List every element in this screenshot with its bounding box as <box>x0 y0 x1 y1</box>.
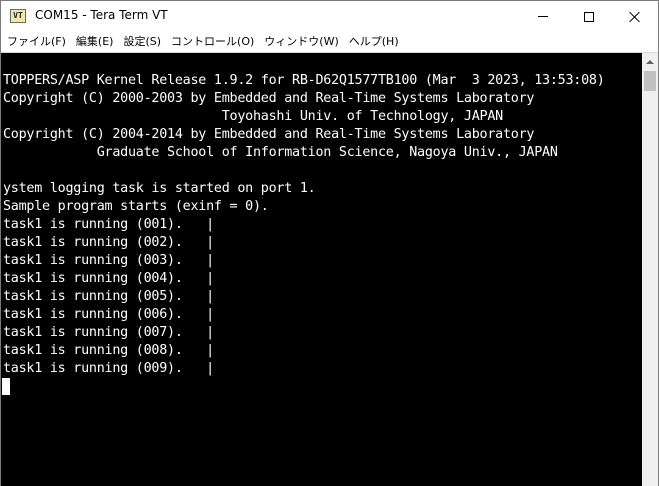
terminal-line: Copyright (C) 2000-2003 by Embedded and … <box>3 91 535 106</box>
terminal-line: Graduate School of Information Science, … <box>3 145 558 160</box>
terminal-screen[interactable]: TOPPERS/ASP Kernel Release 1.9.2 for RB-… <box>1 53 642 486</box>
maximize-icon <box>584 11 594 22</box>
terminal-line: task1 is running (004). | <box>3 271 214 286</box>
terminal-line: Copyright (C) 2004-2014 by Embedded and … <box>3 127 535 142</box>
maximize-button[interactable] <box>566 1 612 32</box>
menu-window[interactable]: ウィンドウ(W) <box>259 32 343 52</box>
tera-term-window: VT COM15 - Tera Term VT ファイル(F) 編集(E) 設定… <box>0 0 659 486</box>
terminal-line: task1 is running (001). | <box>3 217 214 232</box>
menu-setup[interactable]: 設定(S) <box>118 32 166 52</box>
menu-file[interactable]: ファイル(F) <box>2 32 71 52</box>
terminal-line: task1 is running (002). | <box>3 235 214 250</box>
close-button[interactable] <box>612 1 658 32</box>
terminal-line: Toyohashi Univ. of Technology, JAPAN <box>3 109 503 124</box>
menu-help[interactable]: ヘルプ(H) <box>344 32 404 52</box>
minimize-button[interactable] <box>520 1 566 32</box>
scroll-thumb[interactable] <box>644 71 656 91</box>
terminal-line: task1 is running (005). | <box>3 289 214 304</box>
window-title: COM15 - Tera Term VT <box>35 8 168 22</box>
terminal-line: task1 is running (006). | <box>3 307 214 322</box>
terminal-line: task1 is running (003). | <box>3 253 214 268</box>
menu-edit[interactable]: 編集(E) <box>71 32 119 52</box>
terminal-line: task1 is running (007). | <box>3 325 214 340</box>
title-bar[interactable]: VT COM15 - Tera Term VT <box>1 1 658 32</box>
terminal-line: task1 is running (008). | <box>3 343 214 358</box>
terminal-line: ystem logging task is started on port 1. <box>3 181 316 196</box>
close-icon <box>629 11 641 23</box>
vertical-scrollbar[interactable] <box>642 53 658 486</box>
terminal-output: TOPPERS/ASP Kernel Release 1.9.2 for RB-… <box>3 72 605 378</box>
menu-bar: ファイル(F) 編集(E) 設定(S) コントロール(O) ウィンドウ(W) ヘ… <box>1 32 658 52</box>
arrow-up-icon <box>646 59 654 64</box>
terminal-line: TOPPERS/ASP Kernel Release 1.9.2 for RB-… <box>3 73 605 88</box>
menu-control[interactable]: コントロール(O) <box>166 32 259 52</box>
tera-term-app-icon[interactable]: VT <box>10 9 26 23</box>
minimize-icon <box>538 16 548 17</box>
scroll-up-button[interactable] <box>642 53 658 70</box>
terminal-cursor <box>2 378 10 395</box>
terminal-line: task1 is running (009). | <box>3 361 214 376</box>
terminal-line: Sample program starts (exinf = 0). <box>3 199 269 214</box>
